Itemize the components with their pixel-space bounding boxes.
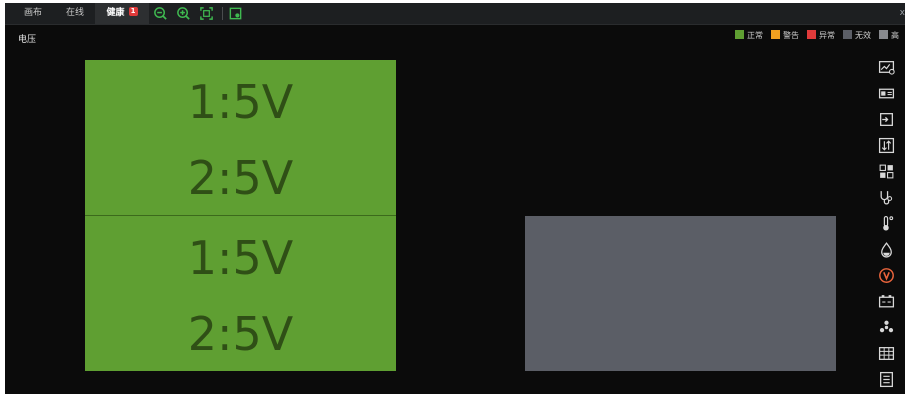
alert-count-badge: 1 bbox=[128, 7, 138, 16]
legend-swatch bbox=[843, 30, 852, 39]
list-icon[interactable] bbox=[878, 371, 895, 388]
tab-health[interactable]: 健康 1 bbox=[95, 3, 149, 24]
legend-item-warning: 警告 bbox=[771, 30, 799, 42]
legend-label: 异常 bbox=[819, 31, 835, 40]
section-title: 电压 bbox=[18, 35, 37, 45]
export-icon[interactable] bbox=[228, 6, 243, 21]
zoom-in-icon[interactable] bbox=[176, 6, 191, 21]
legend-item-error: 异常 bbox=[807, 30, 835, 42]
category-rail bbox=[874, 53, 899, 394]
close-icon[interactable]: x bbox=[900, 3, 905, 24]
legend-swatch bbox=[735, 30, 744, 39]
sort-icon[interactable] bbox=[878, 137, 895, 154]
health-window: 画布 在线 健康 1 x 电压 正常 警告 异常 无效 高 1:5V 2:5V … bbox=[5, 3, 905, 394]
stethoscope-icon[interactable] bbox=[878, 189, 895, 206]
voltage-panel-normal[interactable]: 1:5V 2:5V 1:5V 2:5V bbox=[85, 60, 396, 371]
voltage-reading: 1:5V bbox=[187, 75, 294, 129]
grid-check-icon[interactable] bbox=[878, 163, 895, 180]
tab-label: 在线 bbox=[65, 8, 84, 18]
fit-screen-icon[interactable] bbox=[199, 6, 214, 21]
tab-canvas[interactable]: 画布 bbox=[11, 3, 55, 24]
legend-label: 正常 bbox=[747, 31, 763, 40]
legend-swatch bbox=[771, 30, 780, 39]
card-icon[interactable] bbox=[878, 85, 895, 102]
legend-swatch bbox=[807, 30, 816, 39]
voltage-icon[interactable] bbox=[878, 267, 895, 284]
voltage-reading: 2:5V bbox=[187, 307, 294, 361]
legend-swatch bbox=[879, 30, 888, 39]
toolbar-divider bbox=[222, 7, 223, 20]
tab-bar: 画布 在线 健康 1 x bbox=[5, 3, 905, 25]
matrix-icon[interactable] bbox=[878, 345, 895, 362]
voltage-cell[interactable]: 1:5V 2:5V bbox=[85, 60, 396, 216]
legend-item-invalid: 无效 bbox=[843, 30, 871, 42]
voltage-panel-invalid[interactable] bbox=[525, 216, 836, 371]
legend-label: 无效 bbox=[855, 31, 871, 40]
zoom-out-icon[interactable] bbox=[153, 6, 168, 21]
legend-label: 高 bbox=[891, 31, 899, 40]
legend-item-high: 高 bbox=[879, 30, 899, 42]
tab-label: 健康 bbox=[106, 8, 125, 18]
voltage-cell[interactable]: 1:5V 2:5V bbox=[85, 216, 396, 371]
water-drop-icon[interactable] bbox=[878, 241, 895, 258]
legend-item-normal: 正常 bbox=[735, 30, 763, 42]
chart-settings-icon[interactable] bbox=[878, 59, 895, 76]
battery-icon[interactable] bbox=[878, 293, 895, 310]
legend-label: 警告 bbox=[783, 31, 799, 40]
tab-online[interactable]: 在线 bbox=[55, 3, 95, 24]
tab-label: 画布 bbox=[23, 8, 42, 18]
thermometer-icon[interactable] bbox=[878, 215, 895, 232]
voltage-reading: 2:5V bbox=[187, 151, 294, 205]
fan-icon[interactable] bbox=[878, 319, 895, 336]
voltage-reading: 1:5V bbox=[187, 231, 294, 285]
login-icon[interactable] bbox=[878, 111, 895, 128]
